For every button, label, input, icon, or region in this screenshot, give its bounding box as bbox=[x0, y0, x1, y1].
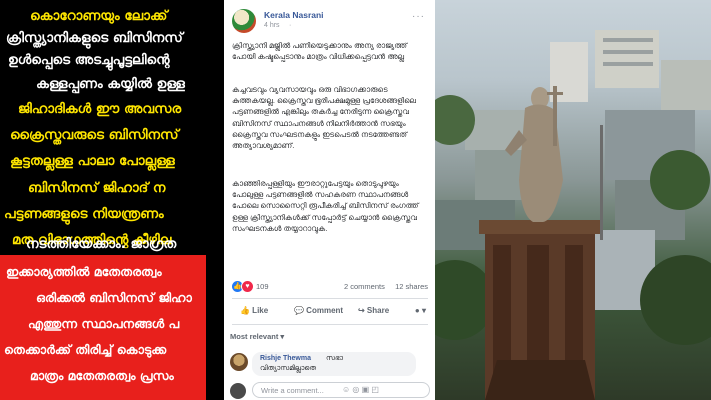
share-count[interactable]: 12 shares bbox=[395, 282, 428, 291]
left-line: കൊറോണയും ലോക്ക് bbox=[30, 8, 168, 24]
more-options-icon[interactable]: ··· bbox=[412, 11, 425, 22]
post-paragraph: കാഞ്ഞിരപ്പള്ളിയും ഈരാറ്റുപേട്ടയും തൊടുപു… bbox=[232, 179, 419, 233]
comment-attach-icons[interactable]: ☺ ◎ ▣ ◰ bbox=[342, 385, 379, 394]
comment-sort-dropdown[interactable]: Most relevant ▾ bbox=[230, 332, 284, 341]
comment-button[interactable]: 💬 Comment bbox=[294, 306, 343, 315]
facebook-post: Kerala Nasrani 4 hrs · ··· ക്രിസ്ത്യാനി … bbox=[224, 0, 435, 400]
love-reaction-icon: ♥ bbox=[241, 280, 254, 293]
post-header: Kerala Nasrani 4 hrs · ··· bbox=[232, 9, 427, 35]
post-author[interactable]: Kerala Nasrani bbox=[264, 10, 324, 20]
left-line: ക്രിസ്ത്യാനികളുടെ ബിസിനസ് bbox=[6, 30, 183, 46]
globe-icon: · bbox=[289, 22, 292, 29]
comment-text: വിത്യാസമില്ലാതെ bbox=[260, 365, 317, 372]
city-statue-illustration bbox=[435, 30, 711, 400]
left-line: കൂട്ടതല്ലള്ള പാലാ പോല്ലള്ള bbox=[10, 153, 175, 169]
statue-photo bbox=[435, 0, 711, 400]
share-button[interactable]: ↪ Share bbox=[358, 306, 389, 315]
divider bbox=[232, 298, 428, 299]
red-line: ഒരിക്കൽ ബിസിനസ് ജിഹാ bbox=[36, 290, 192, 305]
post-paragraph: ക്രിസ്ത്യാനി മജ്ലിൽ പണിയെടുക്കാനും അന്യ … bbox=[232, 41, 408, 62]
left-line: പട്ടണങ്ങളുടെ നിയന്ത്രണം bbox=[4, 206, 164, 222]
like-button[interactable]: 👍 Like bbox=[240, 306, 268, 315]
post-time[interactable]: 4 hrs bbox=[264, 22, 280, 29]
page-avatar[interactable] bbox=[232, 9, 256, 33]
commenter-name[interactable]: Rishje Thewma bbox=[260, 355, 311, 362]
red-line: ഇക്കാര്യത്തിൽ മതേതരത്വം bbox=[6, 264, 162, 279]
comment-text: സഭാ bbox=[326, 355, 344, 362]
comment-bubble: Rishje Thewma സഭാ വിത്യാസമില്ലാതെ bbox=[252, 352, 416, 376]
left-line: ജിഹാദികൾ ഈ അവസര bbox=[18, 101, 182, 117]
red-line: മാത്രം മതേതരത്വം പ്രസം bbox=[30, 368, 174, 383]
reaction-count[interactable]: 109 bbox=[256, 282, 269, 291]
left-line: കള്ളപ്പണം കയ്യിൽ ഉള്ള bbox=[36, 76, 185, 92]
comment: Rishje Thewma സഭാ വിത്യാസമില്ലാതെ bbox=[230, 352, 430, 378]
action-bar: 👍 Like 💬 Comment ↪ Share ● ▾ bbox=[232, 302, 428, 322]
post-paragraph: കച്ചവടവും വ്യവസായവും ഒരു വിഭാഗക്കാരുടെ ക… bbox=[232, 85, 417, 151]
user-avatar bbox=[230, 383, 246, 399]
write-comment-row: Write a comment... ☺ ◎ ▣ ◰ bbox=[230, 382, 430, 400]
audience-menu-button[interactable]: ● ▾ bbox=[415, 306, 426, 315]
divider bbox=[232, 324, 428, 325]
left-line: നടത്തിയേക്കാം. ജാഗ്രത bbox=[26, 236, 177, 252]
reactions-bar: 👍 ♥ 109 2 comments 12 shares bbox=[232, 280, 428, 293]
left-line: ഉൾപ്പെടെ അടച്ചുപൂട്ടലിന്റെ bbox=[8, 52, 170, 68]
left-line: ക്രൈസ്തവരുടെ ബിസിനസ് bbox=[10, 127, 179, 143]
comment-input[interactable]: Write a comment... bbox=[252, 382, 430, 398]
comment-count[interactable]: 2 comments bbox=[344, 282, 385, 291]
red-line: തെക്കാർക്ക് തിരിച്ച് കൊടുക്ക bbox=[4, 342, 167, 357]
red-line: എത്തുന്ന സ്ഥാപനങ്ങൾ പ bbox=[28, 316, 180, 331]
left-line: ബിസിനസ് ജിഹാദ് ന bbox=[28, 180, 166, 196]
commenter-avatar[interactable] bbox=[230, 353, 248, 371]
left-text-panel: കൊറോണയും ലോക്ക് ക്രിസ്ത്യാനികളുടെ ബിസിനസ… bbox=[0, 0, 206, 400]
